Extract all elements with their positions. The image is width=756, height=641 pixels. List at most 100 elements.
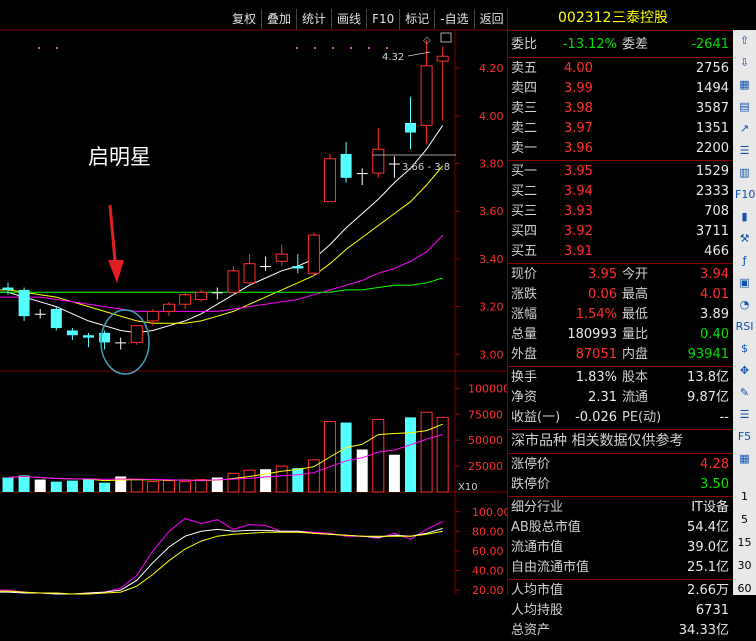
webi-row: 委比 -13.12% 委差 -2641 xyxy=(508,35,733,55)
stat-label: 最低 xyxy=(622,307,649,322)
candle-body[interactable] xyxy=(115,342,127,344)
candle-body[interactable] xyxy=(227,270,240,293)
volume-bar xyxy=(50,481,62,492)
dollar-icon[interactable]: $ xyxy=(735,340,754,358)
chart-icon[interactable]: ▥ xyxy=(735,164,754,182)
menu-icon[interactable]: ☰ xyxy=(735,406,754,424)
divider xyxy=(508,496,733,497)
bar-icon[interactable]: ▮ xyxy=(735,208,754,226)
list-icon[interactable]: ☰ xyxy=(735,142,754,160)
period-button[interactable]: 1 xyxy=(735,488,754,506)
fx-icon[interactable]: ƒ xyxy=(735,252,754,270)
side-icon-toolbar: ⇧ ⇩ ▦ ▤ ↗ ☰ ▥ F10 ▮ ⚒ ƒ ▣ ◔ RSI $ ✥ ✎ ☰ F5 ▦ 1 5 15 30 60 xyxy=(733,30,756,595)
toolbar-button[interactable]: 标记 xyxy=(399,9,434,29)
toolbar-button[interactable]: 画线 xyxy=(331,9,366,29)
stat-value: -- xyxy=(719,410,729,425)
candle-body[interactable] xyxy=(340,154,352,178)
ask-row: 卖五 4.00 2756 xyxy=(508,59,733,79)
stat-value: 3.95 xyxy=(588,267,617,282)
box-icon[interactable]: ▣ xyxy=(735,274,754,292)
stat-label: 最高 xyxy=(622,287,649,302)
stat-label: 收益(一) xyxy=(511,410,561,425)
stat-label: 现价 xyxy=(511,267,538,282)
info-value: 2.66万 xyxy=(687,583,729,598)
stat-label: 净资 xyxy=(511,390,538,405)
info-label: 流通市值 xyxy=(511,540,564,555)
down-arrow-icon[interactable]: ⇩ xyxy=(735,54,754,72)
toolbar-button[interactable]: -自选 xyxy=(434,9,473,29)
toolbar-button[interactable]: 复权 xyxy=(227,9,261,29)
candle-body[interactable] xyxy=(243,263,256,284)
divider xyxy=(508,429,733,430)
candle-body[interactable] xyxy=(292,266,304,269)
candle-body[interactable] xyxy=(436,55,449,62)
toolbar-button[interactable]: 叠加 xyxy=(261,9,296,29)
candle-body[interactable] xyxy=(211,292,223,294)
diamond-icon[interactable]: ◇ xyxy=(423,35,431,46)
volume-axis-label: 50000 xyxy=(468,434,503,447)
stat-row: 净资 2.31 流通 9.87亿 xyxy=(508,388,733,408)
candle-body[interactable] xyxy=(356,173,368,175)
lock-icon[interactable]: ✎ xyxy=(735,384,754,402)
move-icon[interactable]: ✥ xyxy=(735,362,754,380)
grid-icon[interactable]: ▤ xyxy=(735,98,754,116)
toolbar-button[interactable]: 返回 xyxy=(473,9,509,29)
candle-body[interactable] xyxy=(146,310,159,322)
candle-body[interactable] xyxy=(388,163,400,165)
candle-body[interactable] xyxy=(307,234,320,274)
candle-body[interactable] xyxy=(179,294,192,305)
candle-body[interactable] xyxy=(163,303,175,312)
rsi-icon[interactable]: RSI xyxy=(735,318,754,336)
bid-row: 买五 3.91 466 xyxy=(508,242,733,262)
bid-price: 3.94 xyxy=(564,184,593,199)
indicator-axis-label: 80.00 xyxy=(472,525,504,538)
volume-bar xyxy=(18,475,30,492)
candle-body[interactable] xyxy=(66,330,78,336)
candle-body[interactable] xyxy=(130,325,143,343)
candle-body[interactable] xyxy=(275,253,288,262)
candle-body[interactable] xyxy=(324,158,336,203)
tool-icon[interactable]: ⚒ xyxy=(735,230,754,248)
ask-volume: 2756 xyxy=(695,61,729,76)
stat-value: 87051 xyxy=(575,347,617,362)
stat-value: -0.026 xyxy=(575,410,617,425)
kline-chart[interactable]: 4.20 4.00 3.80 3.60 3.40 3.20 3.00 100000 75000 5… xyxy=(0,0,507,595)
info-label: 细分行业 xyxy=(511,500,564,515)
candle-body[interactable] xyxy=(2,287,14,290)
candle-body[interactable] xyxy=(195,291,208,300)
candle-body[interactable] xyxy=(420,65,433,126)
candle-body[interactable] xyxy=(83,335,94,338)
f10-icon[interactable]: F10 xyxy=(735,186,755,204)
volume-bar xyxy=(340,422,352,492)
period-button[interactable]: 30 xyxy=(735,557,754,575)
ask-price: 3.96 xyxy=(564,141,593,156)
quote-panel: 002312 三泰控股 委比 -13.12% 委差 -2641 卖五 4.00 2756 卖四… xyxy=(507,8,733,638)
period-button[interactable]: 15 xyxy=(735,534,754,552)
period-button[interactable]: 60 xyxy=(735,580,754,598)
kline-icon[interactable]: ▦ xyxy=(735,76,754,94)
volume-bar xyxy=(420,411,433,493)
candle-body[interactable] xyxy=(18,289,30,317)
candle-body[interactable] xyxy=(50,309,62,329)
toolbar-button[interactable]: F10 xyxy=(366,9,399,29)
volume-bar xyxy=(130,479,143,493)
period-button[interactable]: 5 xyxy=(735,511,754,529)
ask-volume: 1351 xyxy=(695,121,729,136)
toolbar-button[interactable]: 统计 xyxy=(296,9,331,29)
trend-icon[interactable]: ↗ xyxy=(735,120,754,138)
stock-code: 002312 xyxy=(558,10,612,26)
info-value: 34.33亿 xyxy=(678,623,729,638)
candle-body[interactable] xyxy=(405,123,416,133)
candle-body[interactable] xyxy=(372,148,385,174)
candle-body[interactable] xyxy=(34,313,46,315)
f5-icon[interactable]: F5 xyxy=(735,428,754,446)
pie-icon[interactable]: ◔ xyxy=(735,296,754,314)
divider xyxy=(508,160,733,161)
ask-row: 卖四 3.99 1494 xyxy=(508,79,733,99)
candle-body[interactable] xyxy=(260,266,272,268)
divider xyxy=(508,57,733,58)
bid-row: 买二 3.94 2333 xyxy=(508,182,733,202)
up-arrow-icon[interactable]: ⇧ xyxy=(735,32,754,50)
volume-bar xyxy=(195,479,208,493)
grid2-icon[interactable]: ▦ xyxy=(735,450,754,468)
